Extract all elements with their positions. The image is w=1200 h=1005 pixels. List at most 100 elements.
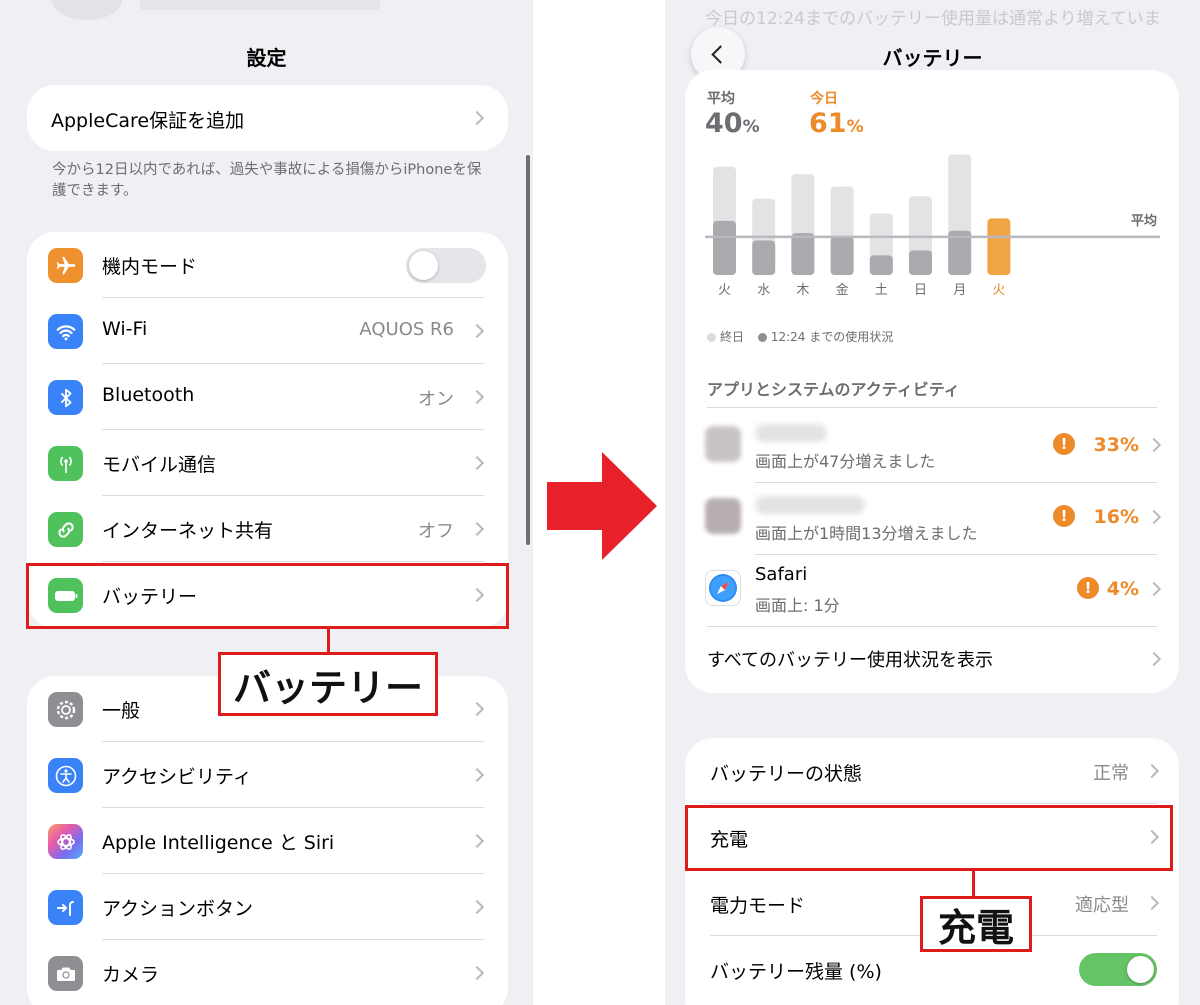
row-label: 一般 (102, 700, 141, 722)
airplane-mode-toggle[interactable] (406, 248, 486, 283)
camera-icon (48, 956, 83, 991)
general-group: 一般 アクセシビリティ Apple Intelligence と Siri アク… (27, 676, 508, 1005)
bluetooth-icon (48, 380, 83, 415)
applecare-note: 今から12日以内であれば、過失や事故による損傷からiPhoneを保護できます。 (52, 162, 482, 199)
bar-until (830, 236, 854, 275)
chevron-right-icon (1144, 895, 1160, 911)
chart-legend: 終日 12:24 までの使用状況 (707, 328, 893, 345)
x-tick-label: 土 (875, 283, 888, 298)
row-label: Apple Intelligence と Siri (102, 832, 335, 854)
settings-screen: 設定 AppleCare保証を追加 今から12日以内であれば、過失や事故による損… (0, 0, 533, 1005)
sidebar-item-siri[interactable]: Apple Intelligence と Siri (27, 808, 508, 874)
app-usage-detail: 画面上が47分増えました (755, 452, 936, 471)
safari-icon (705, 570, 741, 606)
chevron-right-icon (1144, 763, 1160, 779)
row-value: 適応型 (1075, 895, 1129, 916)
row-label: Wi-Fi (102, 318, 148, 340)
app-usage-detail: 画面上: 1分 (755, 596, 840, 615)
battery-screen: 今日の12:24までのバッテリー使用量は通常より増えています。 バッテリー 平均… (665, 0, 1200, 1005)
applecare-button[interactable]: AppleCare保証を追加 (27, 85, 508, 151)
row-label: アクションボタン (102, 898, 254, 920)
hotspot-icon (48, 512, 83, 547)
row-label: 電力モード (710, 895, 806, 917)
app-usage-row[interactable]: 画面上が47分増えました ! 33% (685, 410, 1179, 482)
battery-highlight-box (26, 563, 509, 629)
legend-dot-allday (707, 333, 716, 342)
toggle-knob (1127, 956, 1154, 983)
warning-icon: ! (1053, 433, 1075, 455)
sidebar-item-wifi[interactable]: Wi-Fi AQUOS R6 (27, 298, 508, 364)
row-value: オフ (418, 521, 454, 542)
row-label: インターネット共有 (102, 520, 274, 542)
x-tick-label: 火 (718, 283, 731, 298)
sidebar-item-hotspot[interactable]: インターネット共有 オフ (27, 496, 508, 562)
chevron-right-icon (469, 110, 485, 126)
chevron-right-icon (469, 965, 485, 981)
row-label: 機内モード (102, 256, 198, 278)
app-name-blurred (755, 496, 865, 514)
chevron-right-icon (469, 455, 485, 471)
app-usage-percent: 16% (1093, 506, 1139, 528)
bar-until (713, 220, 736, 275)
average-label: 平均 (707, 91, 735, 107)
profile-avatar[interactable] (52, 0, 122, 20)
action-button-icon (48, 890, 83, 925)
chevron-right-icon (469, 389, 485, 405)
app-name: Safari (755, 564, 808, 585)
sidebar-item-bluetooth[interactable]: Bluetooth オン (27, 364, 508, 430)
today-value: 61% (809, 108, 864, 139)
battery-settings-card: バッテリーの状態 正常 充電 電力モード 適応型 バッテリー残量 (%) (685, 738, 1179, 1005)
app-usage-row[interactable]: 画面上が1時間13分増えました ! 16% (685, 482, 1179, 554)
battery-usage-card: 平均 40% 今日 61% 火 水 木 金 土 日 月 火 平均 終日 12:24 までの使用状… (685, 70, 1179, 693)
row-value: オン (418, 389, 454, 410)
callout-connector (972, 871, 975, 897)
chevron-right-icon (1146, 509, 1162, 525)
arrow-right-icon (547, 452, 657, 560)
chevron-right-icon (469, 899, 485, 915)
today-label: 今日 (810, 91, 838, 107)
chevron-right-icon (469, 767, 485, 783)
scrollbar[interactable] (526, 155, 530, 545)
bar-until (791, 233, 815, 275)
x-tick-label: 木 (796, 283, 809, 298)
callout-connector (327, 629, 330, 653)
percent-sign: % (846, 117, 864, 137)
sidebar-item-airplane-mode[interactable]: 機内モード (27, 232, 508, 298)
battery-callout: バッテリー (218, 652, 438, 716)
average-number: 40 (705, 108, 743, 139)
battery-health-row[interactable]: バッテリーの状態 正常 (685, 738, 1179, 804)
battery-percentage-toggle[interactable] (1079, 953, 1157, 986)
average-value: 40% (705, 108, 760, 139)
chevron-right-icon (469, 521, 485, 537)
airplane-icon (48, 248, 83, 283)
app-usage-detail: 画面上が1時間13分増えました (755, 524, 978, 543)
siri-icon (48, 824, 83, 859)
charging-highlight-box (685, 805, 1173, 871)
today-number: 61 (809, 108, 847, 139)
app-usage-percent: 33% (1093, 434, 1139, 456)
x-tick-label: 月 (953, 283, 966, 298)
x-tick-label: 日 (914, 283, 927, 298)
sidebar-item-camera[interactable]: カメラ (27, 940, 508, 1005)
chevron-right-icon (469, 833, 485, 849)
sidebar-item-cellular[interactable]: モバイル通信 (27, 430, 508, 496)
chevron-right-icon (1146, 437, 1162, 453)
show-all-label: すべてのバッテリー使用状況を表示 (707, 650, 994, 671)
bar-until (752, 240, 776, 275)
battery-usage-chart[interactable]: 火 水 木 金 土 日 月 火 平均 (705, 152, 1175, 352)
x-tick-label: 水 (757, 283, 770, 298)
gear-icon (48, 692, 83, 727)
cellular-icon (48, 446, 83, 481)
row-label: Bluetooth (102, 384, 195, 406)
app-usage-row-safari[interactable]: Safari 画面上: 1分 ! 4% (685, 554, 1179, 626)
sidebar-item-action-button[interactable]: アクションボタン (27, 874, 508, 940)
row-label: モバイル通信 (102, 454, 217, 476)
chevron-right-icon (1146, 581, 1162, 597)
sidebar-item-accessibility[interactable]: アクセシビリティ (27, 742, 508, 808)
warning-icon: ! (1053, 505, 1075, 527)
charging-callout: 充電 (920, 896, 1032, 952)
x-tick-label: 火 (992, 283, 1005, 298)
app-icon (705, 426, 741, 462)
show-all-usage-button[interactable]: すべてのバッテリー使用状況を表示 (685, 626, 1179, 692)
app-usage-percent: 4% (1106, 578, 1139, 600)
